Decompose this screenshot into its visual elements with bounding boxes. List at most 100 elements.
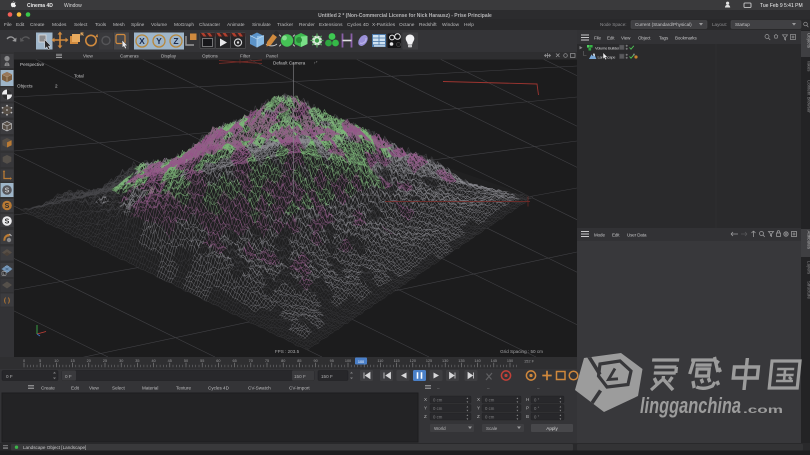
svg-text:H: H — [526, 397, 529, 402]
svg-text:Extensions: Extensions — [319, 22, 343, 28]
svg-text:Mesh: Mesh — [113, 22, 125, 28]
svg-text:Node Space:: Node Space: — [600, 22, 627, 27]
svg-text:Startup: Startup — [735, 22, 750, 27]
svg-text:View: View — [621, 36, 631, 41]
svg-text:–: – — [437, 386, 440, 391]
svg-text:Modes: Modes — [52, 22, 67, 28]
svg-text:Material: Material — [142, 386, 158, 391]
svg-text:S: S — [5, 219, 10, 226]
svg-text:145: 145 — [491, 359, 497, 363]
svg-text:50: 50 — [184, 359, 188, 363]
svg-text:Texture: Texture — [176, 386, 192, 391]
svg-text:Layout:: Layout: — [712, 22, 727, 27]
svg-text:Cycles 4D: Cycles 4D — [208, 386, 230, 391]
svg-text:85: 85 — [297, 359, 301, 363]
svg-text:Create: Create — [30, 22, 45, 28]
svg-text:( ): ( ) — [4, 297, 10, 304]
svg-text:25: 25 — [103, 359, 107, 363]
svg-text:Edit: Edit — [612, 233, 620, 238]
svg-text:Current (Standard/Physical): Current (Standard/Physical) — [635, 22, 692, 27]
svg-text:Takes: Takes — [807, 60, 810, 72]
svg-text:0: 0 — [23, 359, 25, 363]
svg-text:Scale: Scale — [486, 426, 498, 431]
svg-text:File: File — [594, 36, 601, 41]
svg-text:Z: Z — [424, 414, 427, 419]
svg-text:▼: ▼ — [559, 408, 562, 412]
svg-text:5: 5 — [39, 359, 41, 363]
svg-text:World: World — [434, 426, 446, 431]
svg-text:0 F: 0 F — [65, 374, 72, 379]
svg-text:100: 100 — [345, 359, 351, 363]
svg-text:115: 115 — [394, 359, 400, 363]
svg-text:35: 35 — [135, 359, 139, 363]
svg-text:70: 70 — [249, 359, 253, 363]
svg-text:80: 80 — [281, 359, 285, 363]
svg-text:L: L — [3, 272, 5, 276]
svg-text:Z: Z — [477, 414, 480, 419]
svg-text:Layers: Layers — [807, 261, 810, 275]
svg-text:Edit: Edit — [71, 386, 80, 391]
svg-text:▼: ▼ — [516, 400, 519, 404]
svg-text:Total: Total — [74, 74, 84, 79]
svg-text:Content Browser: Content Browser — [807, 80, 810, 113]
svg-text:Z: Z — [173, 36, 178, 46]
svg-text:S: S — [5, 188, 10, 195]
svg-text:Mode: Mode — [594, 233, 605, 238]
svg-text:150 F: 150 F — [294, 374, 306, 379]
svg-text:Display: Display — [161, 54, 177, 59]
svg-text:▼: ▼ — [466, 400, 469, 404]
svg-text:30: 30 — [119, 359, 123, 363]
svg-text:Bookmarks: Bookmarks — [675, 36, 697, 41]
svg-text:95: 95 — [330, 359, 334, 363]
svg-text:152 F: 152 F — [524, 359, 535, 364]
svg-text:0 cm: 0 cm — [433, 406, 443, 411]
svg-text:0 cm: 0 cm — [433, 397, 443, 402]
svg-text:40: 40 — [151, 359, 155, 363]
svg-text:Tags: Tags — [659, 36, 669, 41]
svg-text:▼: ▼ — [516, 417, 519, 421]
svg-text:Select: Select — [74, 22, 88, 28]
svg-text:Help: Help — [464, 22, 474, 28]
svg-text:Tracker: Tracker — [277, 22, 293, 28]
svg-text:110: 110 — [377, 359, 383, 363]
svg-text:Apply: Apply — [546, 426, 558, 431]
svg-text:View: View — [89, 386, 100, 391]
svg-text:Cameras: Cameras — [120, 54, 139, 59]
svg-text:Y: Y — [477, 406, 480, 411]
svg-text:–: – — [487, 386, 490, 391]
svg-text:0 cm: 0 cm — [433, 414, 443, 419]
svg-text:15: 15 — [70, 359, 74, 363]
svg-text:Redshift: Redshift — [419, 22, 437, 28]
svg-text:▼: ▼ — [466, 417, 469, 421]
svg-text:Attributes: Attributes — [807, 231, 810, 250]
svg-text:20: 20 — [87, 359, 91, 363]
svg-text:Tue Feb 9 5:41 PM: Tue Feb 9 5:41 PM — [760, 3, 803, 9]
svg-text:X: X — [477, 397, 480, 402]
svg-text:Landscape Object [Landscape]: Landscape Object [Landscape] — [23, 445, 86, 450]
svg-text:▼: ▼ — [559, 417, 562, 421]
svg-text:Panel: Panel — [266, 54, 278, 59]
svg-text:FPS : 203.5: FPS : 203.5 — [275, 349, 300, 354]
svg-text:130: 130 — [442, 359, 448, 363]
svg-text:X-Particles: X-Particles — [372, 22, 396, 28]
svg-text:0 °: 0 ° — [534, 397, 540, 402]
svg-text:Create: Create — [41, 386, 55, 391]
svg-text:Structure: Structure — [807, 281, 810, 299]
svg-text:100: 100 — [358, 360, 364, 364]
svg-text:45: 45 — [168, 359, 172, 363]
svg-text:Default Camera: Default Camera — [273, 61, 306, 66]
svg-text:CV-Import: CV-Import — [289, 386, 310, 391]
svg-text:Window: Window — [64, 3, 82, 9]
svg-text:65: 65 — [232, 359, 236, 363]
svg-text:0 cm: 0 cm — [485, 397, 495, 402]
svg-text:90: 90 — [313, 359, 317, 363]
svg-text:MoGraph: MoGraph — [174, 22, 194, 28]
svg-text:75: 75 — [265, 359, 269, 363]
svg-text:0 °: 0 ° — [534, 414, 540, 419]
svg-text:140: 140 — [474, 359, 480, 363]
svg-text:Cinema 4D: Cinema 4D — [27, 3, 53, 9]
svg-text:Animate: Animate — [227, 22, 245, 28]
svg-text:Grid Spacing : 50 cm: Grid Spacing : 50 cm — [500, 349, 543, 354]
svg-text:Render: Render — [299, 22, 315, 28]
svg-text:▼: ▼ — [559, 400, 562, 404]
